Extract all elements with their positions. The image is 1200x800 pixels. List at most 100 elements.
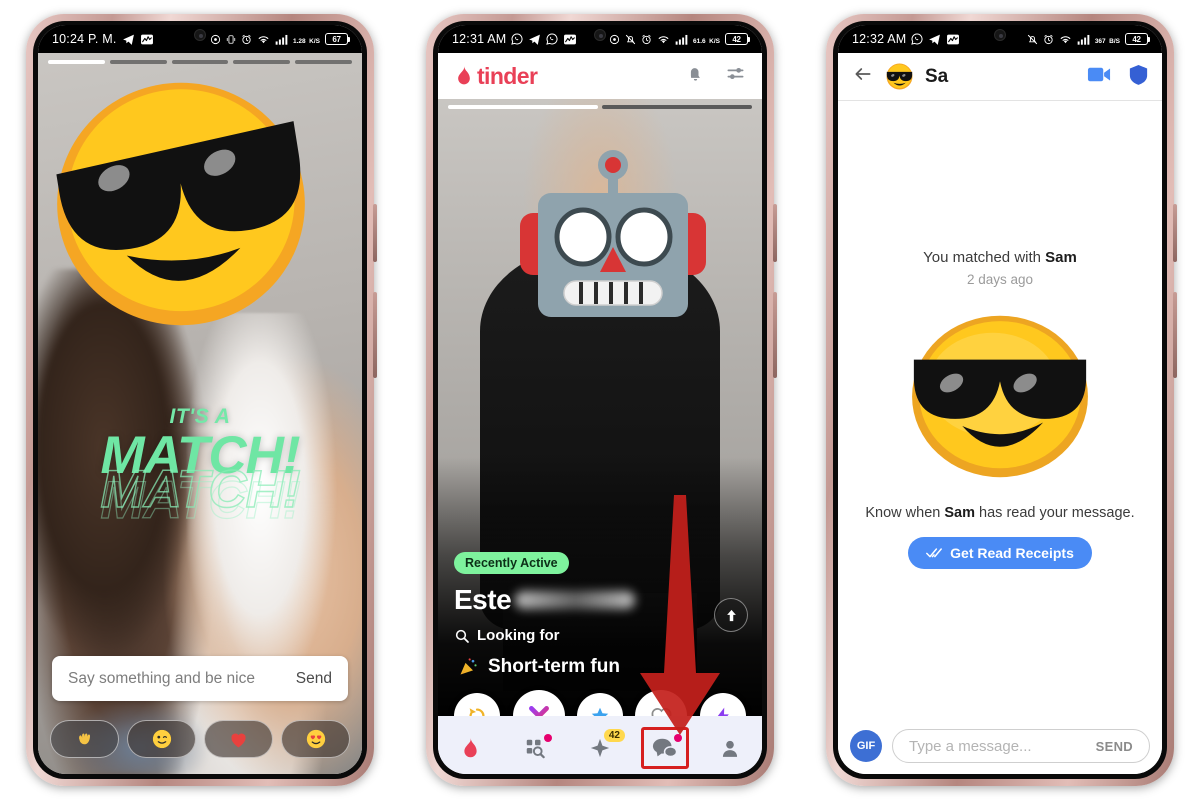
gif-button[interactable]: GIF (850, 730, 882, 762)
chat-input-bar: GIF Type a message... SEND (838, 718, 1162, 774)
message-input[interactable]: Type a message... SEND (892, 729, 1150, 763)
read-receipts-label: Get Read Receipts (950, 545, 1074, 561)
power-button[interactable] (773, 204, 777, 262)
telegram-icon (528, 33, 541, 46)
story-segment[interactable] (295, 60, 352, 64)
nav-profile[interactable] (707, 728, 753, 768)
get-read-receipts-button[interactable]: Get Read Receipts (908, 537, 1092, 569)
power-button[interactable] (1173, 204, 1177, 262)
nav-likes[interactable]: 42 (577, 728, 625, 768)
volume-button[interactable] (1173, 292, 1177, 378)
alarm-icon (241, 34, 252, 45)
looking-for-label: Looking for (477, 627, 560, 644)
screen-chat: 12:32 AM 367 B/S 42 Sa You matched with … (838, 25, 1162, 774)
blurred-name-region (515, 591, 636, 609)
story-segment[interactable] (109, 60, 167, 64)
phone-device-2: 12:31 AM 61.6 K/S 42 tinder Recently Act… (426, 14, 777, 786)
front-camera (594, 29, 606, 41)
chart-icon (563, 33, 577, 46)
explore-icon (526, 739, 545, 759)
three-phone-screenshot-collage: 10:24 P. M. 1.28 K/S 67 IT'S A MATCH! MA… (0, 0, 1200, 800)
matched-with-line: You matched with Sam (923, 249, 1077, 266)
data-rate: 1.28 K/S (293, 38, 320, 45)
status-time: 10:24 P. M. (52, 32, 117, 46)
photo-indicator-segment[interactable] (602, 105, 752, 109)
red-heart-emoji (231, 733, 246, 747)
read-receipts-hint: Know when Sam has read your message. (865, 505, 1134, 521)
reaction-waving-hand[interactable] (50, 720, 119, 758)
reaction-winking-face[interactable] (127, 720, 196, 758)
battery-indicator: 67 (325, 33, 350, 45)
profile-name-text: Este (454, 584, 512, 615)
card-photo-indicators[interactable] (448, 105, 752, 109)
profile-card[interactable]: Recently Active Este Looking for Short-t… (438, 99, 762, 716)
whatsapp-icon (546, 33, 558, 45)
video-call-button[interactable] (1087, 66, 1111, 88)
phone-slot-tinder: 12:31 AM 61.6 K/S 42 tinder Recently Act… (400, 0, 800, 800)
nav-flame[interactable] (447, 728, 493, 768)
signal-icon (275, 34, 288, 45)
phone-slot-match: 10:24 P. M. 1.28 K/S 67 IT'S A MATCH! MA… (0, 0, 400, 800)
power-button[interactable] (373, 204, 377, 262)
bell-icon[interactable] (686, 64, 705, 88)
reaction-heart-eyes[interactable] (281, 720, 350, 758)
notification-dot (544, 734, 553, 742)
reaction-heart[interactable] (204, 720, 273, 758)
arrow-up-icon (726, 609, 736, 621)
flame-icon (458, 66, 470, 85)
wifi-icon (1059, 34, 1072, 45)
boost-button[interactable] (699, 693, 746, 716)
story-segment[interactable] (48, 60, 105, 64)
photo-indicator-segment[interactable] (448, 105, 598, 109)
back-button[interactable] (852, 64, 874, 89)
status-time: 12:31 AM (452, 32, 507, 46)
sunglasses-face-emoji (56, 82, 305, 326)
tinder-logo[interactable]: tinder (454, 62, 538, 90)
bell-off-icon (1027, 34, 1038, 45)
arrow-left-icon (855, 68, 871, 80)
match-echo-2: MATCH! (100, 470, 301, 530)
messages-highlight-box (640, 727, 689, 769)
nope-button[interactable] (512, 690, 565, 716)
sliders-icon[interactable] (725, 64, 746, 88)
heart-icon (651, 707, 672, 716)
story-segment[interactable] (233, 60, 291, 64)
bell-off-icon (625, 34, 636, 45)
matched-name: Sam (1045, 249, 1077, 266)
matched-timestamp: 2 days ago (966, 272, 1034, 287)
volume-button[interactable] (773, 292, 777, 378)
profile-name: Este (454, 584, 636, 616)
story-segment[interactable] (171, 60, 229, 64)
chat-header: Sa (838, 53, 1162, 101)
x-icon (528, 706, 549, 716)
send-button[interactable]: SEND (1096, 739, 1133, 754)
say-something-input[interactable]: Say something and be nice (68, 670, 255, 688)
screen-tinder: 12:31 AM 61.6 K/S 42 tinder Recently Act… (438, 25, 762, 774)
wifi-icon (657, 34, 670, 45)
robot-face-emoji (520, 150, 706, 317)
phone-slot-chat: 12:32 AM 367 B/S 42 Sa You matched with … (800, 0, 1200, 800)
person-icon (722, 740, 737, 757)
superlike-button[interactable] (576, 693, 623, 716)
video-camera-icon (1087, 67, 1111, 81)
chart-icon (140, 33, 154, 46)
tinder-wordmark: tinder (477, 62, 538, 89)
match-compose-bar[interactable]: Say something and be nice Send (52, 656, 348, 701)
safety-button[interactable] (1129, 64, 1148, 90)
like-button[interactable] (635, 690, 688, 716)
search-icon (455, 629, 469, 643)
send-button[interactable]: Send (296, 670, 332, 688)
wifi-icon (257, 34, 270, 45)
nav-explore[interactable] (512, 728, 558, 768)
rewind-button[interactable] (454, 693, 501, 716)
story-progress-bars[interactable] (48, 60, 352, 64)
rewind-icon (469, 708, 485, 716)
goal-label: Short-term fun (488, 656, 620, 677)
recently-active-badge: Recently Active (454, 552, 569, 574)
telegram-icon (122, 33, 135, 46)
volume-button[interactable] (373, 292, 377, 378)
nav-messages[interactable] (640, 727, 689, 769)
avatar[interactable] (886, 63, 913, 90)
open-profile-button[interactable] (714, 598, 748, 632)
phone-device-3: 12:32 AM 367 B/S 42 Sa You matched with … (826, 14, 1177, 786)
